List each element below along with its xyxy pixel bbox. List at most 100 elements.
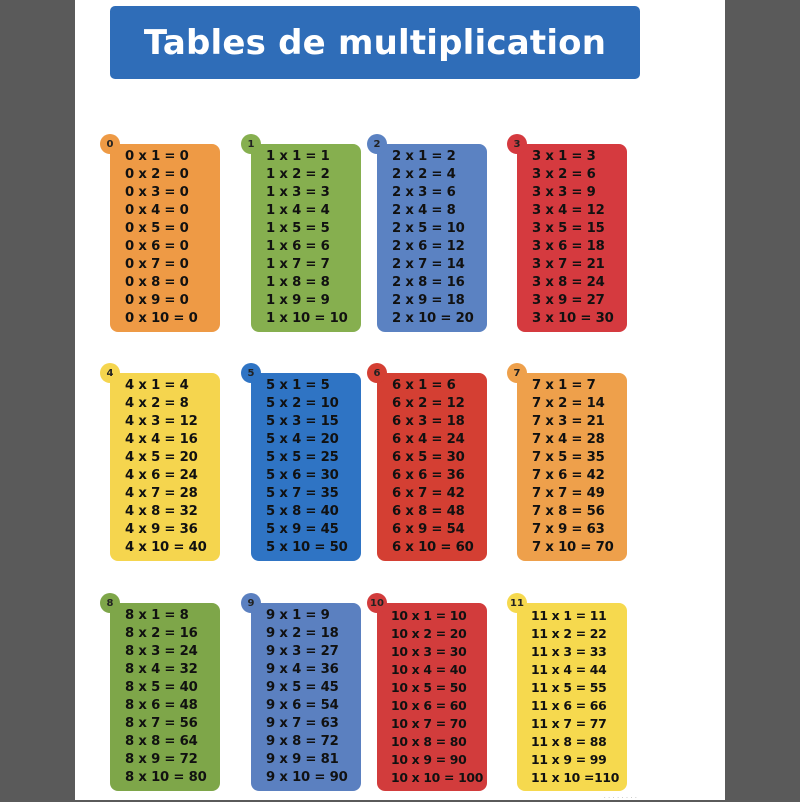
table-row: 0 x 8 = 0 <box>125 275 189 290</box>
table-card-3: 33 x 1 = 33 x 2 = 63 x 3 = 93 x 4 = 12 3 … <box>507 134 627 332</box>
table-row: 7 x 2 = 14 <box>532 396 605 411</box>
table-row: 0 x 3 = 0 <box>125 185 189 200</box>
table-row: 9 x 2 = 18 <box>266 626 339 641</box>
table-row: 1 x 6 = 6 <box>266 239 330 254</box>
table-row: 10 x 1 = 10 <box>391 608 467 623</box>
table-row: 6 x 4 = 24 <box>392 432 465 447</box>
table-row: 3 x 10 = 30 <box>532 311 614 326</box>
table-rows: 8 x 1 = 8 8 x 2 = 16 8 x 3 = 24 8 x 4 = 32 8… <box>110 607 220 787</box>
table-row: 7 x 10 = 70 <box>532 540 614 555</box>
table-row: 8 x 3 = 24 <box>125 644 198 659</box>
table-card-9: 99 x 1 = 99 x 2 = 18 9 x 3 = 27 9 x 4 = 36… <box>241 593 361 791</box>
table-row: 11 x 3 = 33 <box>531 644 607 659</box>
table-row: 0 x 2 = 0 <box>125 167 189 182</box>
table-row: 0 x 6 = 0 <box>125 239 189 254</box>
table-row: 9 x 3 = 27 <box>266 644 339 659</box>
table-row: 10 x 4 = 40 <box>391 662 467 677</box>
table-row: 2 x 4 = 8 <box>392 203 456 218</box>
table-row: 1 x 9 = 9 <box>266 293 330 308</box>
table-row: 6 x 9 = 54 <box>392 522 465 537</box>
table-row: 3 x 4 = 12 <box>532 203 605 218</box>
table-row: 3 x 3 = 9 <box>532 185 596 200</box>
table-rows: 4 x 1 = 4 4 x 2 = 8 4 x 3 = 12 4 x 4 = 16 4 … <box>110 377 220 557</box>
table-card-8: 88 x 1 = 88 x 2 = 16 8 x 3 = 24 8 x 4 = 32… <box>100 593 220 791</box>
table-row: 4 x 8 = 32 <box>125 504 198 519</box>
table-row: 8 x 1 = 8 <box>125 608 189 623</box>
table-row: 7 x 8 = 56 <box>532 504 605 519</box>
table-row: 7 x 6 = 42 <box>532 468 605 483</box>
table-row: 9 x 10 = 90 <box>266 770 348 785</box>
table-rows: 10 x 1 = 10 10 x 2 = 20 10 x 3 = 30 10 x 4 … <box>377 607 487 787</box>
table-card-0: 00 x 1 = 00 x 2 = 00 x 3 = 00 x 4 = 00 x… <box>100 134 220 332</box>
table-rows: 11 x 1 = 11 11 x 2 = 22 11 x 3 = 33 11 x 4 … <box>517 607 627 787</box>
table-row: 4 x 2 = 8 <box>125 396 189 411</box>
table-row: 7 x 3 = 21 <box>532 414 605 429</box>
table-card-10: 10 10 x 1 = 10 10 x 2 = 20 10 x 3 = 30 10 x … <box>367 593 487 791</box>
table-row: 3 x 6 = 18 <box>532 239 605 254</box>
table-row: 5 x 10 = 50 <box>266 540 348 555</box>
table-row: 9 x 5 = 45 <box>266 680 339 695</box>
table-row: 2 x 3 = 6 <box>392 185 456 200</box>
table-row: 9 x 4 = 36 <box>266 662 339 677</box>
table-row: 8 x 4 = 32 <box>125 662 198 677</box>
table-row: 8 x 2 = 16 <box>125 626 198 641</box>
table-row: 9 x 7 = 63 <box>266 716 339 731</box>
table-rows: 1 x 1 = 1 1 x 2 = 2 1 x 3 = 3 1 x 4 = 4 1 x … <box>251 148 361 328</box>
table-row: 4 x 10 = 40 <box>125 540 207 555</box>
table-row: 6 x 2 = 12 <box>392 396 465 411</box>
table-row: 8 x 6 = 48 <box>125 698 198 713</box>
table-row: 6 x 1 = 6 <box>392 378 456 393</box>
table-row: 8 x 8 = 64 <box>125 734 198 749</box>
table-rows: 6 x 1 = 6 6 x 2 = 12 6 x 3 = 18 6 x 4 = 24 6… <box>377 377 487 557</box>
table-row: 10 x 9 = 90 <box>391 752 467 767</box>
table-row: 1 x 3 = 3 <box>266 185 330 200</box>
table-row: 1 x 4 = 4 <box>266 203 330 218</box>
table-row: 7 x 9 = 63 <box>532 522 605 537</box>
table-row: 8 x 5 = 40 <box>125 680 198 695</box>
table-row: 11 x 8 = 88 <box>531 734 607 749</box>
table-row: 5 x 4 = 20 <box>266 432 339 447</box>
table-row: 10 x 6 = 60 <box>391 698 467 713</box>
table-row: 3 x 8 = 24 <box>532 275 605 290</box>
table-row: 3 x 5 = 15 <box>532 221 605 236</box>
table-row: 11 x 6 = 66 <box>531 698 607 713</box>
table-row: 4 x 6 = 24 <box>125 468 198 483</box>
table-card-11: 11 11 x 1 = 11 11 x 2 = 22 11 x 3 = 33 11 x … <box>507 593 627 791</box>
table-row: 3 x 1 = 3 <box>532 149 596 164</box>
table-row: 3 x 7 = 21 <box>532 257 605 272</box>
table-card-1: 11 x 1 = 11 x 2 = 21 x 3 = 31 x 4 = 41 x… <box>241 134 361 332</box>
table-card-7: 77 x 1 = 77 x 2 = 14 7 x 3 = 21 7 x 4 = 28… <box>507 363 627 561</box>
table-row: 1 x 2 = 2 <box>266 167 330 182</box>
table-row: 11 x 7 = 77 <box>531 716 607 731</box>
table-row: 2 x 8 = 16 <box>392 275 465 290</box>
table-row: 11 x 10 =110 <box>531 770 620 785</box>
table-row: 5 x 6 = 30 <box>266 468 339 483</box>
table-row: 8 x 10 = 80 <box>125 770 207 785</box>
table-row: 4 x 3 = 12 <box>125 414 198 429</box>
table-row: 0 x 9 = 0 <box>125 293 189 308</box>
table-rows: 0 x 1 = 0 0 x 2 = 0 0 x 3 = 0 0 x 4 = 0 0 x … <box>110 148 220 328</box>
table-row: 10 x 8 = 80 <box>391 734 467 749</box>
table-rows: 9 x 1 = 9 9 x 2 = 18 9 x 3 = 27 9 x 4 = 36 9… <box>251 607 361 787</box>
table-row: 4 x 4 = 16 <box>125 432 198 447</box>
table-row: 4 x 9 = 36 <box>125 522 198 537</box>
table-row: 2 x 10 = 20 <box>392 311 474 326</box>
table-row: 6 x 5 = 30 <box>392 450 465 465</box>
table-rows: 5 x 1 = 5 5 x 2 = 10 5 x 3 = 15 5 x 4 = 20 5… <box>251 377 361 557</box>
table-row: 0 x 1 = 0 <box>125 149 189 164</box>
table-row: 6 x 7 = 42 <box>392 486 465 501</box>
table-row: 5 x 2 = 10 <box>266 396 339 411</box>
table-rows: 3 x 1 = 3 3 x 2 = 6 3 x 3 = 9 3 x 4 = 12 3 x… <box>517 148 627 328</box>
table-row: 7 x 7 = 49 <box>532 486 605 501</box>
table-row: 2 x 9 = 18 <box>392 293 465 308</box>
table-row: 2 x 5 = 10 <box>392 221 465 236</box>
table-card-6: 66 x 1 = 66 x 2 = 12 6 x 3 = 18 6 x 4 = 24… <box>367 363 487 561</box>
table-row: 0 x 4 = 0 <box>125 203 189 218</box>
table-row: 10 x 7 = 70 <box>391 716 467 731</box>
table-row: 10 x 3 = 30 <box>391 644 467 659</box>
table-row: 11 x 2 = 22 <box>531 626 607 641</box>
table-row: 4 x 5 = 20 <box>125 450 198 465</box>
table-card-4: 44 x 1 = 44 x 2 = 84 x 3 = 12 4 x 4 = 16 4… <box>100 363 220 561</box>
table-row: 11 x 5 = 55 <box>531 680 607 695</box>
worksheet-page: Tables de multiplication 00 x 1 = 00 x 2… <box>75 0 725 802</box>
